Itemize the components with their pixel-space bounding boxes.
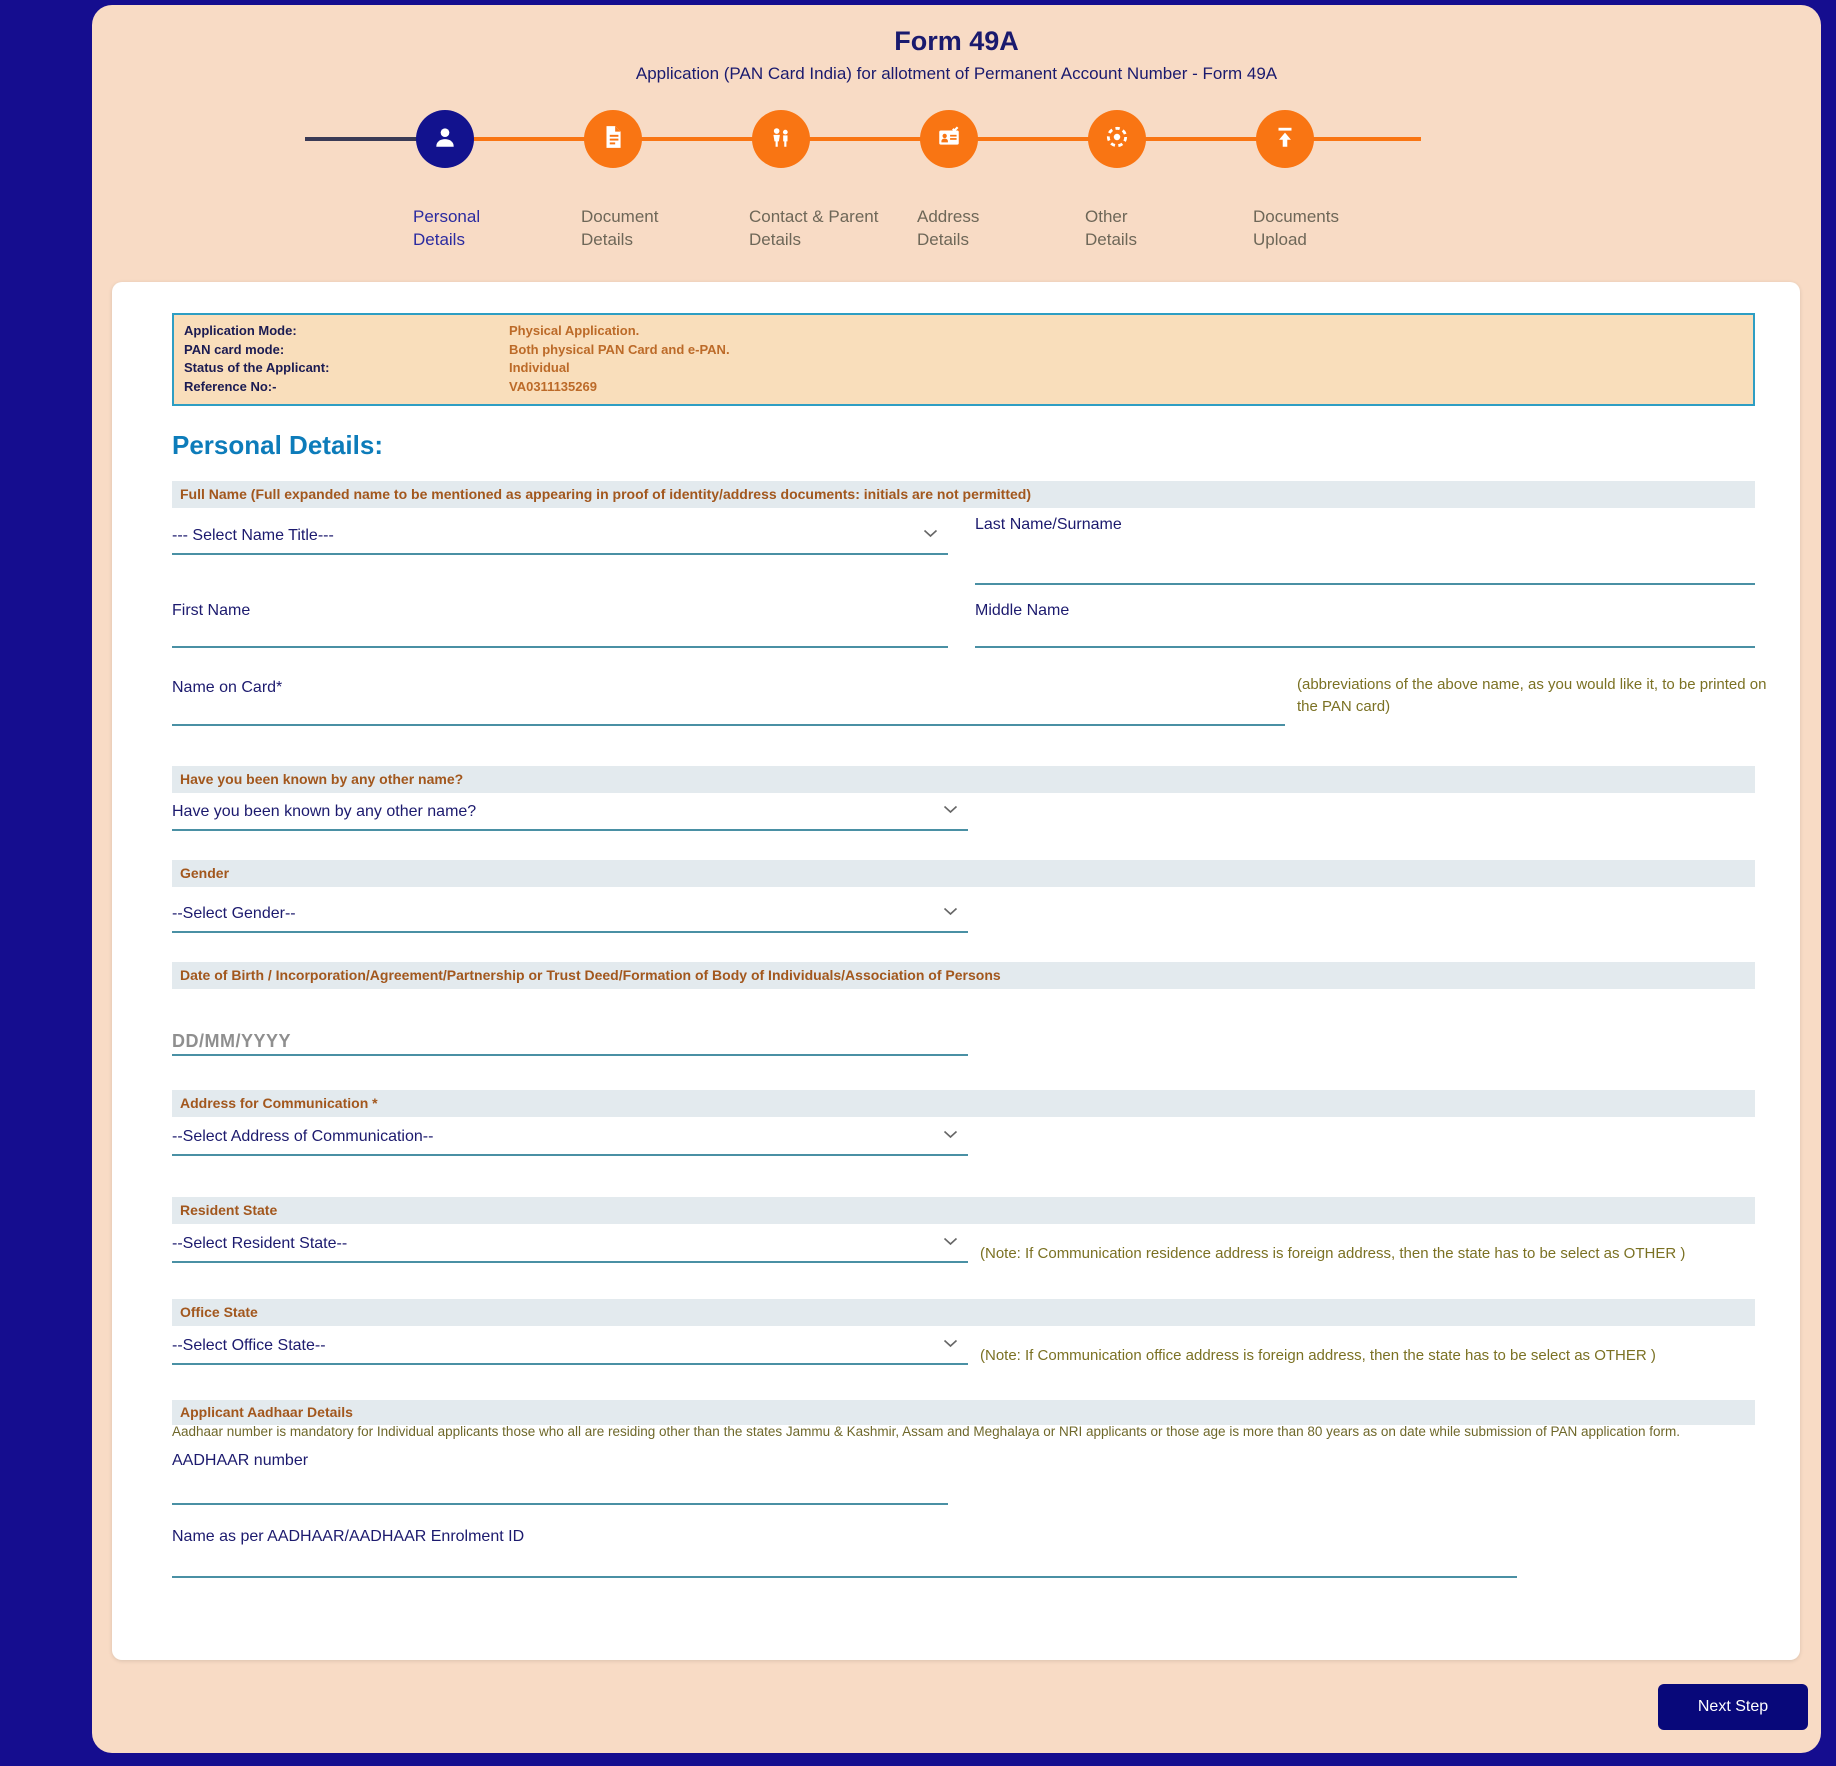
application-summary-box: Application Mode: Physical Application. …: [172, 313, 1755, 406]
chevron-down-icon: [943, 1233, 958, 1251]
name-on-card-note: (abbreviations of the above name, as you…: [1297, 674, 1767, 718]
aadhaar-band: Applicant Aadhaar Details: [172, 1400, 1755, 1425]
chevron-down-icon: [923, 525, 938, 543]
dob-input[interactable]: [172, 1032, 968, 1052]
office-state-select[interactable]: --Select Office State--: [172, 1327, 968, 1365]
form-49a-page: Form 49A Application (PAN Card India) fo…: [0, 0, 1836, 1766]
person-icon: [432, 124, 458, 155]
summary-row: PAN card mode: Both physical PAN Card an…: [184, 341, 1753, 360]
step-documents-upload[interactable]: [1256, 110, 1314, 168]
summary-label: Status of the Applicant:: [184, 359, 509, 378]
summary-value: VA0311135269: [509, 378, 597, 397]
chevron-down-icon: [943, 801, 958, 819]
resident-state-band: Resident State: [172, 1197, 1755, 1224]
step-other-details[interactable]: [1088, 110, 1146, 168]
step-address-details[interactable]: [920, 110, 978, 168]
summary-label: Application Mode:: [184, 322, 509, 341]
chevron-down-icon: [943, 1335, 958, 1353]
first-name-input-line: [172, 610, 948, 648]
page-title: Form 49A: [92, 26, 1821, 57]
address-communication-select-value: --Select Address of Communication--: [172, 1128, 433, 1146]
people-icon: [768, 124, 794, 155]
other-name-select[interactable]: Have you been known by any other name?: [172, 793, 968, 831]
summary-row: Application Mode: Physical Application.: [184, 322, 1753, 341]
gender-band: Gender: [172, 860, 1755, 887]
step-label-documents-upload: DocumentsUpload: [1253, 205, 1423, 251]
step-label-other: OtherDetails: [1085, 205, 1255, 251]
chevron-down-icon: [943, 1126, 958, 1144]
dob-input-line: [172, 1018, 968, 1056]
page-subtitle: Application (PAN Card India) for allotme…: [92, 64, 1821, 84]
name-title-select[interactable]: --- Select Name Title---: [172, 517, 948, 555]
step-personal-details[interactable]: [416, 110, 474, 168]
gender-select[interactable]: --Select Gender--: [172, 895, 968, 933]
target-icon: [1104, 124, 1130, 155]
step-label-personal: PersonalDetails: [413, 205, 583, 251]
last-name-input-line: [975, 547, 1755, 585]
last-name-label: Last Name/Surname: [975, 516, 1122, 534]
office-state-note: (Note: If Communication office address i…: [980, 1345, 1750, 1367]
resident-state-select[interactable]: --Select Resident State--: [172, 1225, 968, 1263]
aadhaar-number-input[interactable]: [172, 1481, 948, 1501]
resident-state-note: (Note: If Communication residence addres…: [980, 1243, 1750, 1265]
first-name-input[interactable]: [172, 624, 948, 644]
address-communication-band: Address for Communication *: [172, 1090, 1755, 1117]
name-on-card-input[interactable]: [172, 702, 1285, 722]
aadhaar-number-input-line: [172, 1467, 948, 1505]
middle-name-input-line: [975, 610, 1755, 648]
dob-band: Date of Birth / Incorporation/Agreement/…: [172, 962, 1755, 989]
summary-label: PAN card mode:: [184, 341, 509, 360]
id-card-icon: [936, 124, 962, 155]
gender-select-value: --Select Gender--: [172, 905, 296, 923]
summary-value: Individual: [509, 359, 570, 378]
aadhaar-description: Aadhaar number is mandatory for Individu…: [172, 1424, 1755, 1439]
summary-row: Status of the Applicant: Individual: [184, 359, 1753, 378]
upload-icon: [1272, 124, 1298, 155]
name-on-card-input-line: [172, 688, 1285, 726]
document-icon: [600, 124, 626, 155]
step-contact-parent-details[interactable]: [752, 110, 810, 168]
next-step-button[interactable]: Next Step: [1658, 1684, 1808, 1730]
step-document-details[interactable]: [584, 110, 642, 168]
resident-state-select-value: --Select Resident State--: [172, 1235, 347, 1253]
other-name-band: Have you been known by any other name?: [172, 766, 1755, 793]
step-label-contact-parent: Contact & ParentDetails: [749, 205, 919, 251]
form-panel: Application Mode: Physical Application. …: [112, 282, 1800, 1660]
office-state-select-value: --Select Office State--: [172, 1337, 326, 1355]
step-label-address: AddressDetails: [917, 205, 1087, 251]
personal-details-heading: Personal Details:: [172, 430, 383, 461]
step-label-document: DocumentDetails: [581, 205, 751, 251]
aadhaar-name-input-line: [172, 1540, 1517, 1578]
summary-value: Both physical PAN Card and e-PAN.: [509, 341, 730, 360]
summary-row: Reference No:- VA0311135269: [184, 378, 1753, 397]
full-name-band: Full Name (Full expanded name to be ment…: [172, 481, 1755, 508]
last-name-input[interactable]: [975, 561, 1755, 581]
middle-name-input[interactable]: [975, 624, 1755, 644]
summary-value: Physical Application.: [509, 322, 639, 341]
name-title-select-value: --- Select Name Title---: [172, 527, 334, 545]
chevron-down-icon: [943, 903, 958, 921]
address-communication-select[interactable]: --Select Address of Communication--: [172, 1118, 968, 1156]
summary-label: Reference No:-: [184, 378, 509, 397]
office-state-band: Office State: [172, 1299, 1755, 1326]
other-name-select-value: Have you been known by any other name?: [172, 803, 476, 821]
aadhaar-name-input[interactable]: [172, 1554, 1517, 1574]
